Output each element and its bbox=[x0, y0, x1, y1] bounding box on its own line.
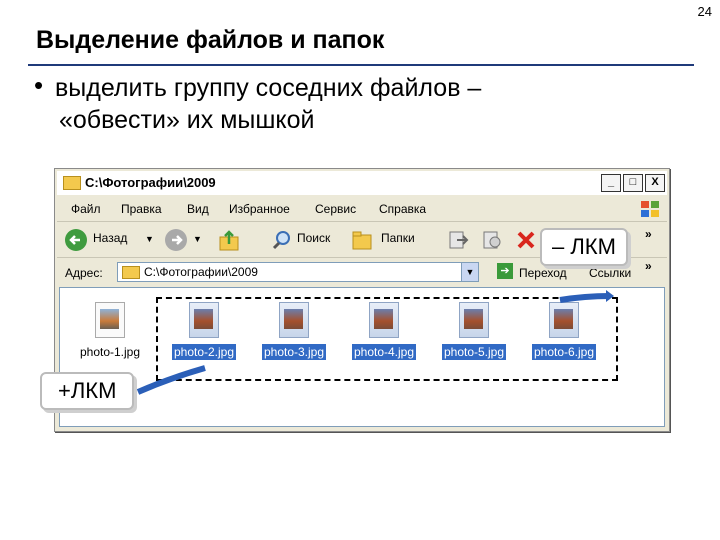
release-lmb-callout: – ЛКМ bbox=[540, 228, 628, 266]
press-lmb-label: +ЛКМ bbox=[58, 378, 117, 403]
release-lmb-label: – ЛКМ bbox=[552, 234, 616, 259]
callout-arrows bbox=[136, 290, 614, 395]
press-lmb-callout: +ЛКМ bbox=[40, 372, 135, 410]
